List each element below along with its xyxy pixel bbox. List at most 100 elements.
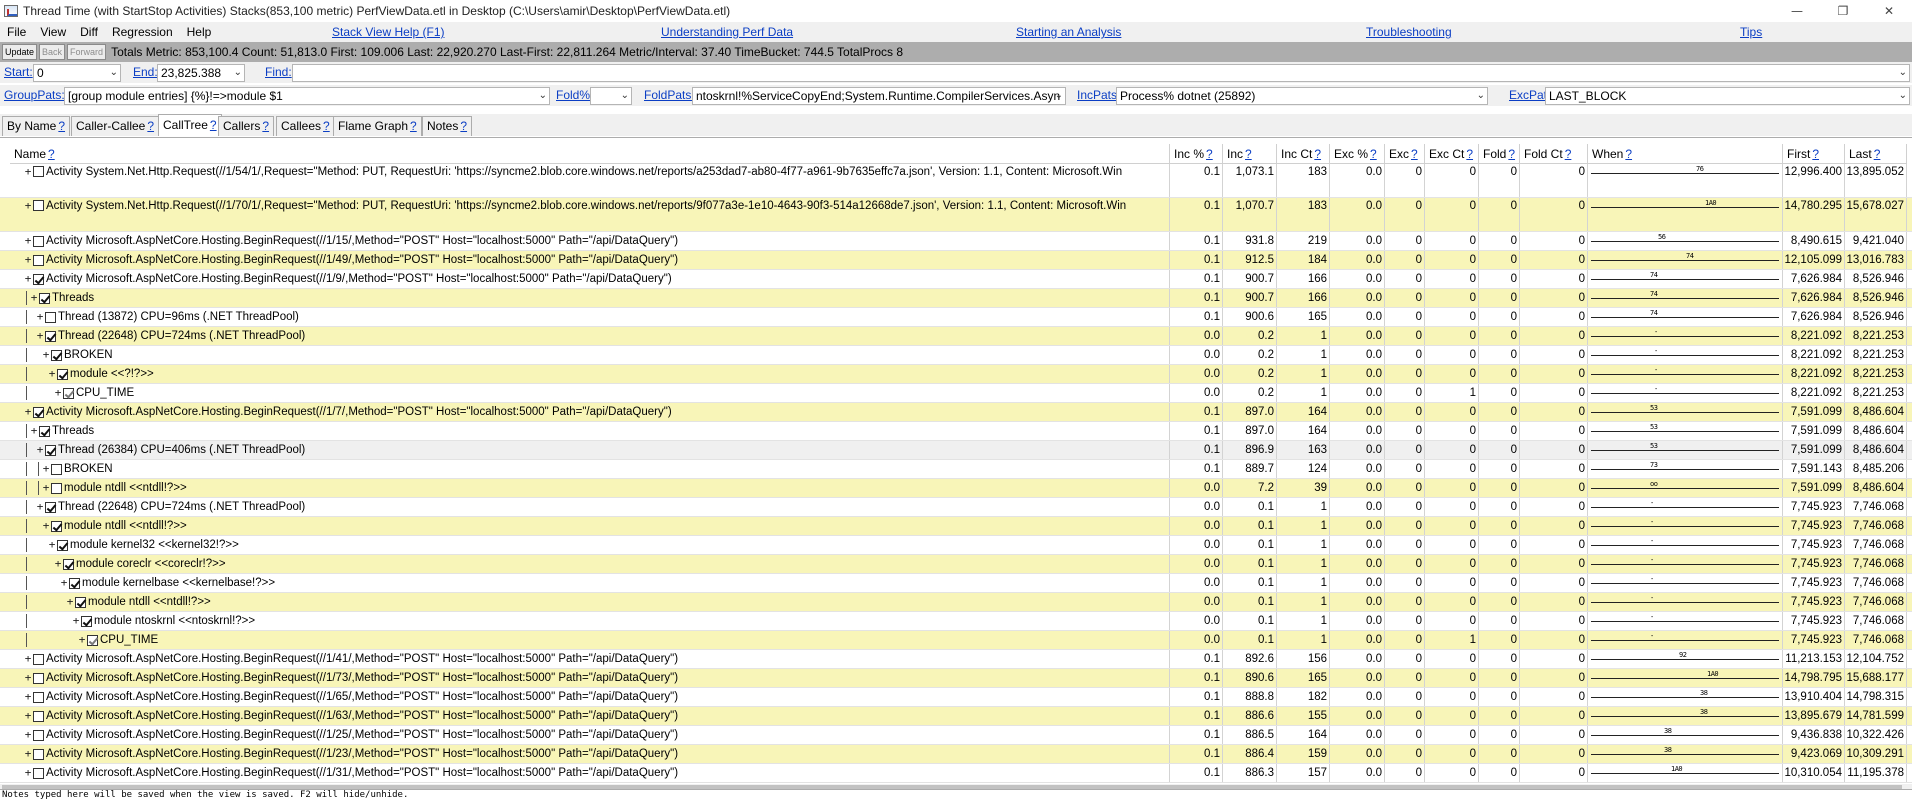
cell-name[interactable]: + Activity System.Net.Http.Request(//1/70… [10,198,1170,231]
row-checkbox[interactable] [51,463,62,475]
start-label[interactable]: Start: [4,65,33,79]
row-checkbox[interactable] [51,482,62,494]
cell-name[interactable]: + Thread (22648) CPU=724ms (.NET ThreadPo… [10,327,1170,345]
table-row[interactable]: + Activity Microsoft.AspNetCore.Hosting.B… [0,403,1912,422]
cell-name[interactable]: + Activity Microsoft.AspNetCore.Hosting.B… [10,232,1170,250]
link-tips[interactable]: Tips [1740,22,1762,42]
restore-button[interactable]: ❐ [1820,0,1866,22]
row-checkbox[interactable] [39,292,50,304]
cell-name[interactable]: + BROKEN [10,346,1170,364]
row-checkbox[interactable] [51,520,62,532]
menu-view[interactable]: View [33,25,73,39]
link-starting-analysis[interactable]: Starting an Analysis [1016,22,1121,42]
cell-name[interactable]: + module ntdll <<ntdll!?>> [10,479,1170,497]
expand-toggle-icon[interactable]: + [66,596,74,608]
help-icon[interactable]: ? [1314,147,1321,161]
close-button[interactable]: ✕ [1866,0,1912,22]
cell-name[interactable]: + Activity Microsoft.AspNetCore.Hosting.B… [10,707,1170,725]
row-checkbox[interactable] [33,235,44,247]
end-combo[interactable]: 23,825.388 ⌄ [157,64,245,82]
table-row[interactable]: + Activity Microsoft.AspNetCore.Hosting.B… [0,232,1912,251]
expand-toggle-icon[interactable]: + [72,615,80,627]
expand-toggle-icon[interactable]: + [36,330,44,342]
help-icon[interactable]: ? [410,119,417,133]
row-checkbox[interactable] [33,729,44,741]
table-row[interactable]: + Activity Microsoft.AspNetCore.Hosting.B… [0,764,1912,783]
chevron-down-icon[interactable]: ⌄ [1477,88,1485,104]
help-icon[interactable]: ? [58,119,65,133]
column-header-first[interactable]: First? [1783,144,1845,164]
incpats-label[interactable]: IncPats: [1077,88,1120,102]
help-icon[interactable]: ? [1370,147,1377,161]
expand-toggle-icon[interactable]: + [24,672,32,684]
tab-caller-callee[interactable]: Caller-Callee? [71,116,160,136]
row-checkbox[interactable] [33,691,44,703]
help-icon[interactable]: ? [1245,147,1252,161]
row-checkbox[interactable] [51,349,62,361]
find-combo[interactable]: ⌄ [292,64,1910,82]
row-checkbox[interactable] [45,444,56,456]
foldpats-label[interactable]: FoldPats: [644,88,695,102]
expand-toggle-icon[interactable]: + [24,767,32,779]
table-row[interactable]: + module ntdll <<ntdll!?>> 0.0 7.2 39 0.0 0 0 0 0… [0,479,1912,498]
table-row[interactable]: + Thread (22648) CPU=724ms (.NET ThreadPo… [0,327,1912,346]
expand-toggle-icon[interactable]: + [24,729,32,741]
table-row[interactable]: + Activity System.Net.Http.Request(//1/54… [0,164,1912,198]
column-header-exc-ct[interactable]: Exc Ct? [1425,144,1479,164]
menu-diff[interactable]: Diff [73,25,105,39]
grouppats-combo[interactable]: [group module entries] {%}!=>module $1 ⌄ [64,87,550,105]
cell-name[interactable]: + module kernel32 <<kernel32!?>> [10,536,1170,554]
row-checkbox[interactable] [63,387,74,399]
row-checkbox[interactable] [33,653,44,665]
expand-toggle-icon[interactable]: + [54,558,62,570]
help-icon[interactable]: ? [1565,147,1572,161]
column-header-inc-ct[interactable]: Inc Ct? [1277,144,1330,164]
link-stack-view-help[interactable]: Stack View Help (F1) [332,22,444,42]
expand-toggle-icon[interactable]: + [42,520,50,532]
help-icon[interactable]: ? [147,119,154,133]
cell-name[interactable]: + Activity Microsoft.AspNetCore.Hosting.B… [10,726,1170,744]
table-row[interactable]: + Threads 0.1 897.0 164 0.0 0 0 0 0 53 7,591.099 8,4… [0,422,1912,441]
foldpats-combo[interactable]: ntoskrnl!%ServiceCopyEnd;System.Runtime.… [692,87,1066,105]
expand-toggle-icon[interactable]: + [42,349,50,361]
cell-name[interactable]: + Threads [10,289,1170,307]
table-row[interactable]: + Activity System.Net.Http.Request(//1/70… [0,198,1912,232]
notes-pane[interactable]: Notes typed here will be saved when the … [0,789,1912,800]
column-header-inc[interactable]: Inc? [1223,144,1277,164]
back-button[interactable]: Back [39,44,66,60]
cell-name[interactable]: + Activity Microsoft.AspNetCore.Hosting.B… [10,688,1170,706]
find-label[interactable]: Find: [265,65,292,79]
cell-name[interactable]: + BROKEN [10,460,1170,478]
cell-name[interactable]: + Thread (13872) CPU=96ms (.NET ThreadPoo… [10,308,1170,326]
tab-by-name[interactable]: By Name? [2,116,71,136]
table-row[interactable]: + Thread (22648) CPU=724ms (.NET ThreadPo… [0,498,1912,517]
help-icon[interactable]: ? [262,119,269,133]
row-checkbox[interactable] [33,710,44,722]
help-icon[interactable]: ? [210,118,217,132]
help-icon[interactable]: ? [1874,147,1881,161]
expand-toggle-icon[interactable]: + [24,200,32,212]
row-checkbox[interactable] [33,254,44,266]
table-row[interactable]: + module ntdll <<ntdll!?>> 0.0 0.1 1 0.0 0 0 0 0-… [0,593,1912,612]
column-header-inc-pct[interactable]: Inc %? [1170,144,1223,164]
table-row[interactable]: + Activity Microsoft.AspNetCore.Hosting.B… [0,688,1912,707]
chevron-down-icon[interactable]: ⌄ [1899,65,1907,81]
cell-name[interactable]: + Activity Microsoft.AspNetCore.Hosting.B… [10,270,1170,288]
expand-toggle-icon[interactable]: + [24,235,32,247]
cell-name[interactable]: + Activity Microsoft.AspNetCore.Hosting.B… [10,251,1170,269]
row-checkbox[interactable] [39,425,50,437]
table-row[interactable]: + CPU_TIME 0.0 0.2 1 0.0 0 1 0 0-8,221.092 8,221.2… [0,384,1912,403]
expand-toggle-icon[interactable]: + [54,387,62,399]
help-icon[interactable]: ? [1466,147,1473,161]
row-checkbox[interactable] [57,539,68,551]
expand-toggle-icon[interactable]: + [48,368,56,380]
table-row[interactable]: + Thread (13872) CPU=96ms (.NET ThreadPoo… [0,308,1912,327]
tab-notes[interactable]: Notes? [422,116,473,136]
table-row[interactable]: + Activity Microsoft.AspNetCore.Hosting.B… [0,650,1912,669]
column-header-name[interactable]: Name? [10,144,1170,164]
cell-name[interactable]: + Activity Microsoft.AspNetCore.Hosting.B… [10,669,1170,687]
cell-name[interactable]: + Thread (22648) CPU=724ms (.NET ThreadPo… [10,498,1170,516]
row-checkbox[interactable] [33,166,44,177]
cell-name[interactable]: + module coreclr <<coreclr!?>> [10,555,1170,573]
row-checkbox[interactable] [45,311,56,323]
